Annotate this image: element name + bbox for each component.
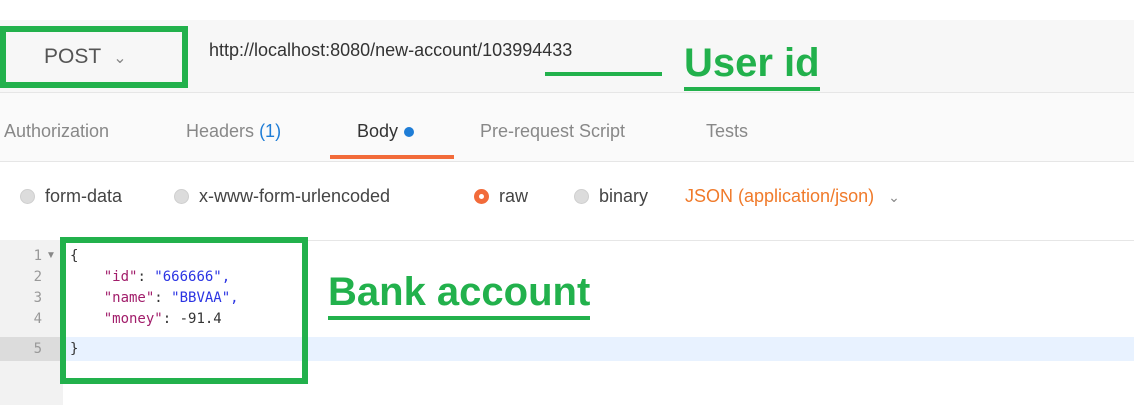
user-id-underline: [545, 72, 662, 76]
tab-headers[interactable]: Headers (1): [186, 121, 281, 142]
line-number: 5: [33, 341, 42, 357]
active-tab-underline: [330, 155, 454, 159]
radio-raw[interactable]: raw: [474, 186, 528, 207]
bank-account-annotation: Bank account: [328, 268, 591, 320]
user-id-annotation: User id: [684, 39, 820, 91]
fold-arrow-icon[interactable]: ▼: [46, 250, 56, 261]
tab-body[interactable]: Body: [357, 121, 415, 142]
headers-count: (1): [259, 121, 282, 141]
tab-authorization[interactable]: Authorization: [4, 121, 109, 142]
radio-icon: [574, 189, 589, 204]
tab-pre-request-script[interactable]: Pre-request Script: [480, 121, 625, 142]
radio-x-www-form-urlencoded[interactable]: x-www-form-urlencoded: [174, 186, 390, 207]
line-number: 3: [33, 290, 42, 306]
radio-checked-icon: [474, 189, 489, 204]
radio-icon: [174, 189, 189, 204]
line-number: 2: [33, 269, 42, 285]
radio-binary[interactable]: binary: [574, 186, 648, 207]
body-indicator-dot: [404, 127, 415, 137]
radio-icon: [20, 189, 35, 204]
url-input[interactable]: http://localhost:8080/new-account/103994…: [209, 40, 572, 61]
json-highlight-box: [60, 237, 308, 384]
radio-form-data[interactable]: form-data: [20, 186, 122, 207]
content-type-select[interactable]: JSON (application/json) ⌄: [685, 186, 900, 207]
tab-tests[interactable]: Tests: [706, 121, 748, 142]
method-highlight-box: [0, 26, 188, 88]
chevron-down-icon: ⌄: [888, 189, 900, 205]
line-number: 4: [33, 311, 42, 327]
line-number: 1: [33, 248, 42, 264]
